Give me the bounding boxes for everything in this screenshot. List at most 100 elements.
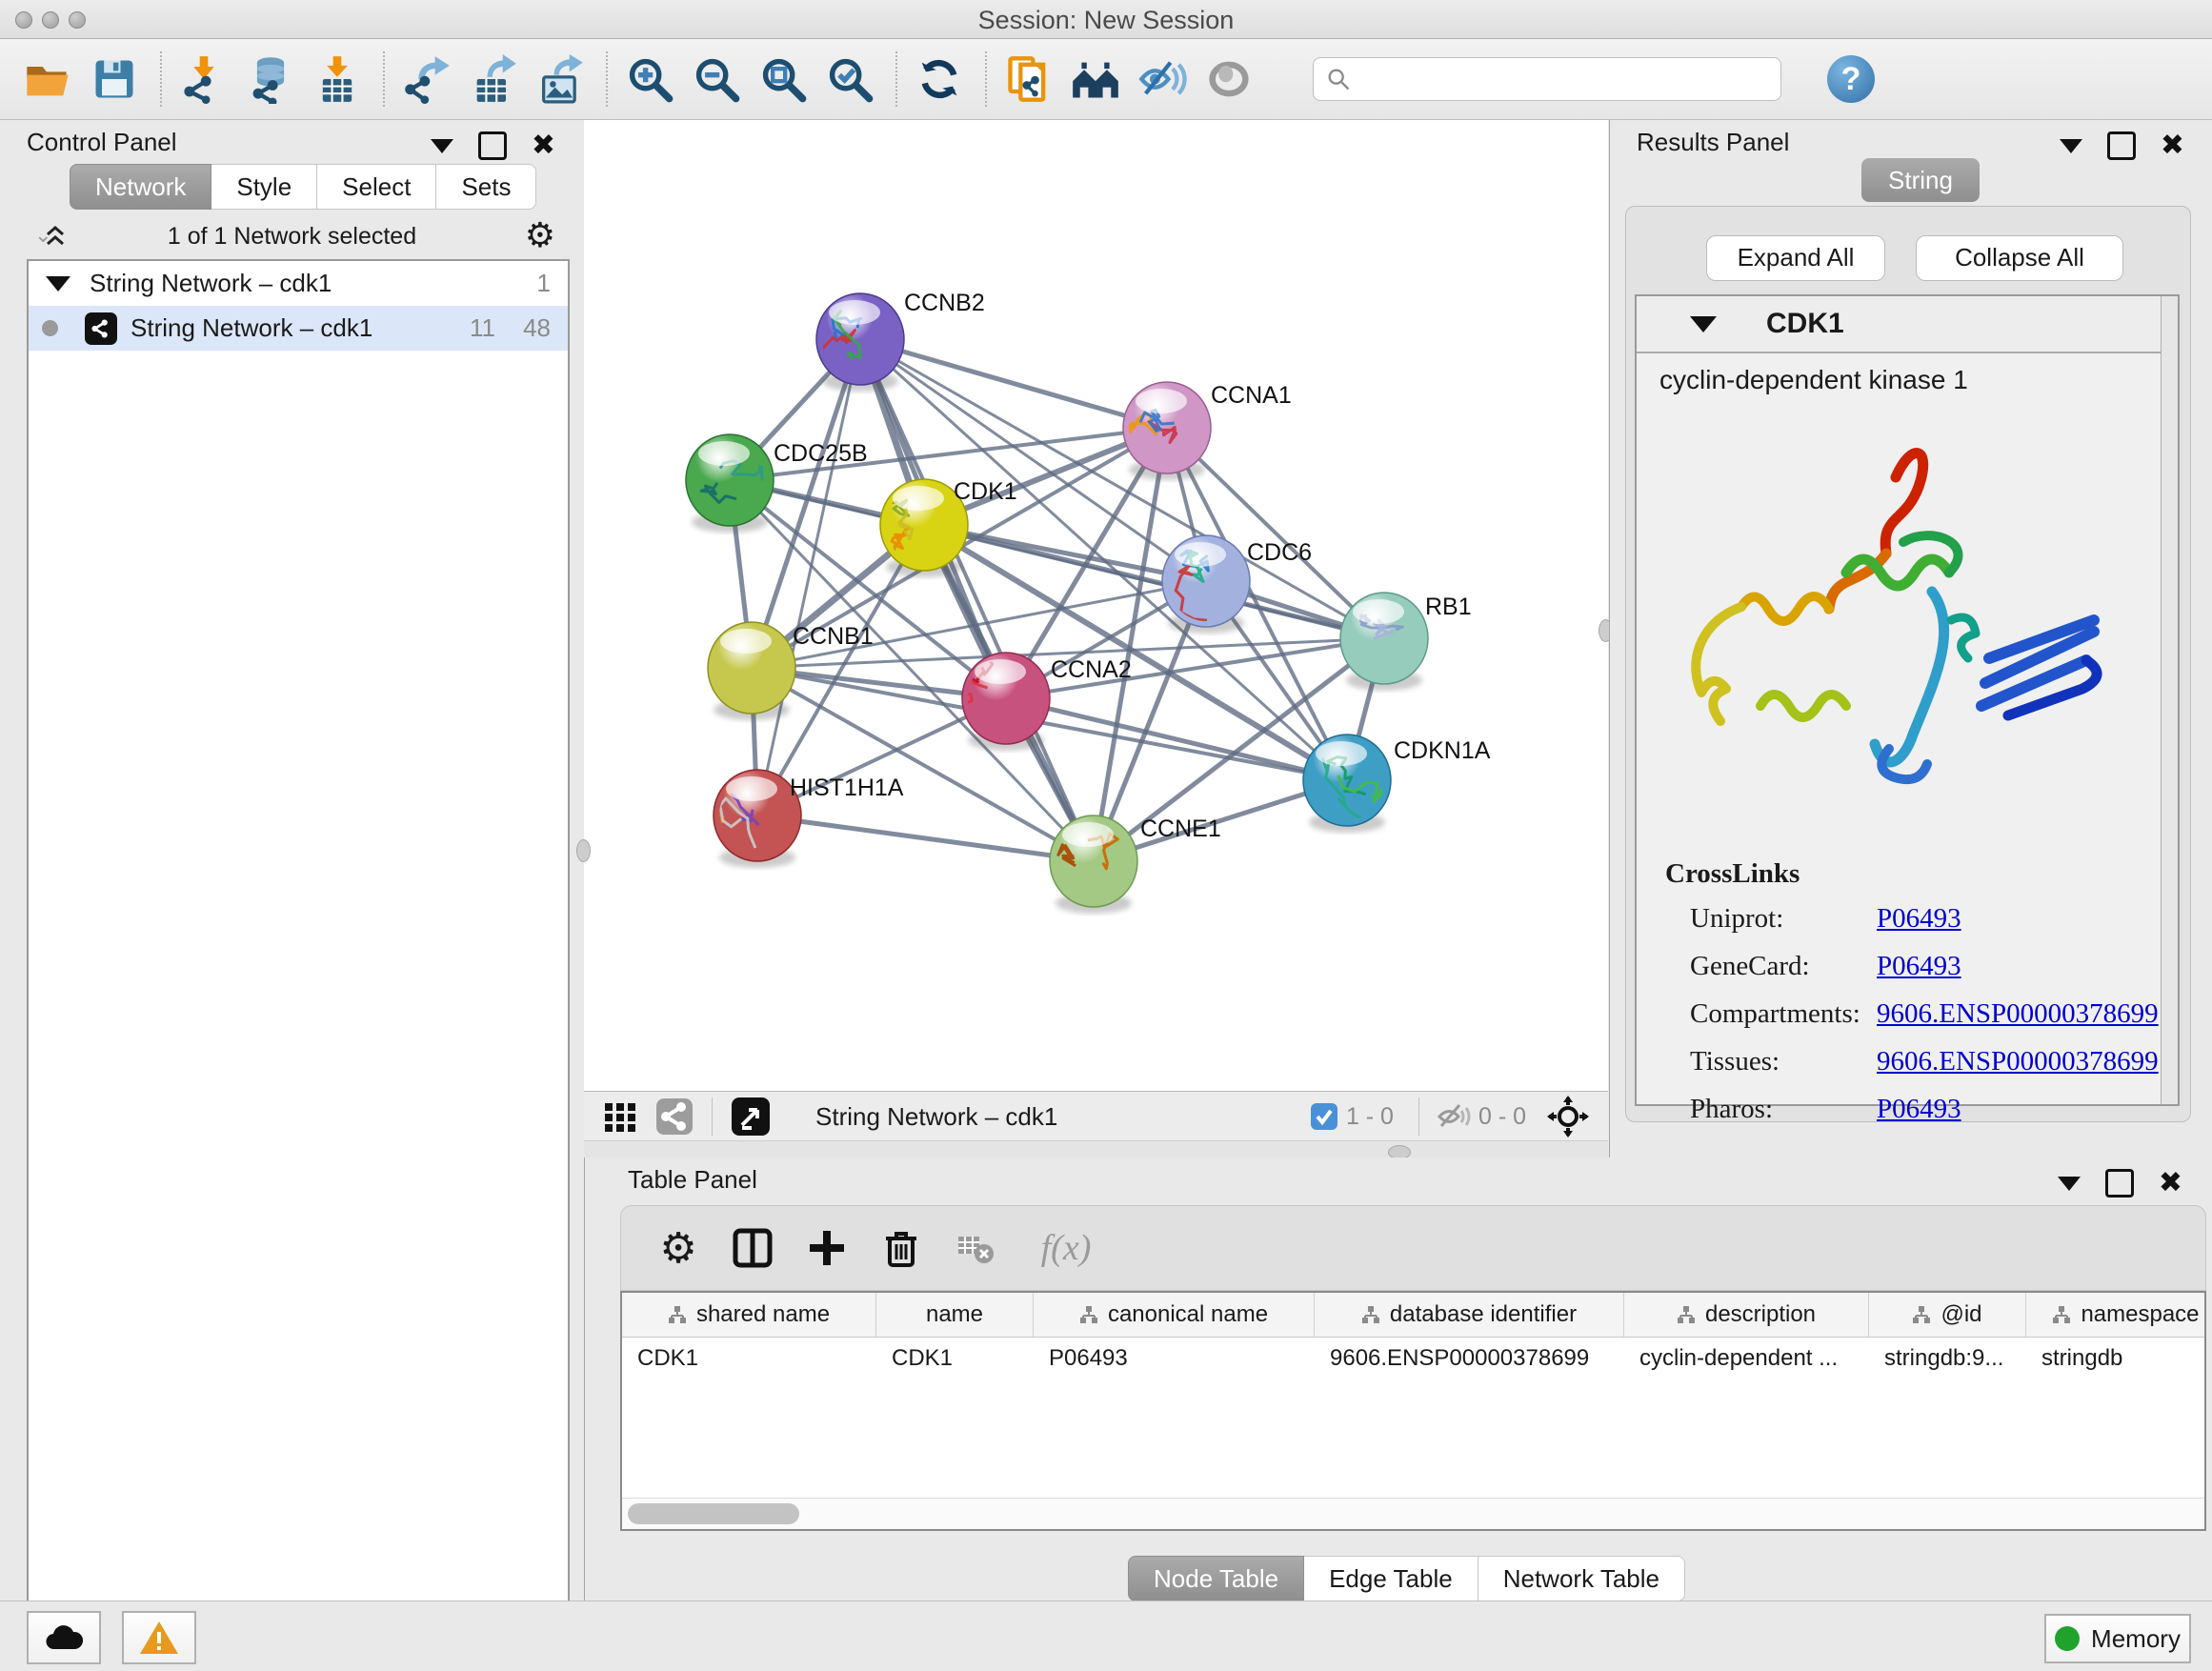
left-splitter-handle[interactable] <box>576 839 591 862</box>
table-cell[interactable]: CDK1 <box>876 1338 1034 1379</box>
tab-node-table[interactable]: Node Table <box>1128 1556 1304 1601</box>
gene-section-header[interactable]: CDK1 <box>1637 296 2178 353</box>
export-network-icon[interactable] <box>400 52 453 106</box>
help-icon[interactable]: ? <box>1827 55 1875 103</box>
tab-sets[interactable]: Sets <box>436 164 536 210</box>
refresh-icon[interactable] <box>913 52 966 106</box>
delete-table-icon[interactable] <box>949 1221 1002 1275</box>
crosslink-label: Pharos: <box>1665 1094 1877 1125</box>
column-header[interactable]: namespace <box>2026 1293 2212 1337</box>
window-title: Session: New Session <box>0 6 2212 35</box>
column-header[interactable]: description <box>1624 1293 1869 1337</box>
network-options-gear-icon[interactable]: ⚙ <box>525 215 555 255</box>
cloud-status-button[interactable] <box>27 1611 101 1664</box>
column-header[interactable]: @id <box>1869 1293 2026 1337</box>
hide-graphics-details-icon[interactable] <box>1136 52 1189 106</box>
network-node-cdkn1a[interactable]: CDKN1A <box>1303 735 1491 833</box>
import-table-from-file-icon[interactable] <box>311 52 364 106</box>
zoom-fit-content-icon[interactable] <box>756 52 810 106</box>
column-header-label: database identifier <box>1390 1301 1577 1328</box>
crosslink-link[interactable]: P06493 <box>1877 903 1961 935</box>
fit-selected-crosshair-icon[interactable] <box>1547 1096 1589 1137</box>
function-builder-button[interactable]: f(x) <box>1023 1221 1109 1275</box>
float-panel-icon[interactable] <box>478 131 507 160</box>
table-cell[interactable]: stringdb <box>2026 1338 2212 1379</box>
gene-collapse-icon[interactable] <box>1690 316 1717 332</box>
warning-status-button[interactable] <box>122 1611 196 1664</box>
collection-expand-icon[interactable] <box>46 276 70 292</box>
table-cell[interactable]: CDK1 <box>622 1338 876 1379</box>
table-panel-menu-icon[interactable] <box>2058 1177 2081 1191</box>
zoom-out-icon[interactable] <box>690 52 743 106</box>
search-input[interactable] <box>1352 65 1756 93</box>
table-options-gear-icon[interactable]: ⚙ <box>652 1221 705 1275</box>
network-edge[interactable] <box>757 339 860 815</box>
export-table-icon[interactable] <box>467 52 520 106</box>
network-edge[interactable] <box>757 815 1094 861</box>
selected-counter: 1 - 0 <box>1346 1103 1394 1131</box>
table-close-panel-icon[interactable]: ✖ <box>2159 1172 2182 1195</box>
expand-all-button[interactable]: Expand All <box>1706 235 1885 281</box>
first-neighbors-icon[interactable] <box>1069 52 1122 106</box>
table-horizontal-scrollbar[interactable] <box>622 1498 2204 1529</box>
table-cell[interactable]: cyclin-dependent ... <box>1624 1338 1869 1379</box>
collapse-all-button[interactable]: Collapse All <box>1916 235 2123 281</box>
results-float-panel-icon[interactable] <box>2107 131 2136 160</box>
node-label: CCNA1 <box>1211 382 1292 409</box>
delete-column-trash-icon[interactable] <box>875 1221 928 1275</box>
search-box[interactable] <box>1313 57 1781 101</box>
crosslink-link[interactable]: P06493 <box>1877 1094 1961 1125</box>
zoom-in-icon[interactable] <box>623 52 676 106</box>
hidden-items-eye-slash-icon[interactable] <box>1437 1102 1471 1131</box>
column-header[interactable]: canonical name <box>1034 1293 1315 1337</box>
table-cell[interactable]: P06493 <box>1034 1338 1315 1379</box>
show-columns-icon[interactable] <box>726 1221 779 1275</box>
selected-items-checkbox-icon[interactable] <box>1310 1102 1338 1131</box>
tab-style[interactable]: Style <box>211 164 317 210</box>
save-session-icon[interactable] <box>88 52 141 106</box>
import-network-from-file-icon[interactable] <box>177 52 231 106</box>
results-close-panel-icon[interactable]: ✖ <box>2161 134 2184 157</box>
column-header[interactable]: database identifier <box>1315 1293 1624 1337</box>
network-graph[interactable]: CCNB2CCNA1CDC25BCDK1CDC6RB1CCNB1CCNA2CDK… <box>584 120 1608 1091</box>
network-node-hist1h1a[interactable]: HIST1H1A <box>710 770 904 868</box>
network-edge[interactable] <box>860 339 1167 428</box>
column-header-label: namespace <box>2081 1301 2199 1328</box>
zoom-selected-region-icon[interactable] <box>823 52 876 106</box>
open-session-icon[interactable] <box>21 52 74 106</box>
table-float-panel-icon[interactable] <box>2105 1169 2134 1198</box>
network-collection-row[interactable]: String Network – cdk1 1 <box>29 261 568 306</box>
tab-network-table[interactable]: Network Table <box>1478 1556 1685 1601</box>
create-column-plus-icon[interactable] <box>800 1221 854 1275</box>
memory-button[interactable]: Memory <box>2044 1614 2191 1663</box>
network-canvas[interactable]: CCNB2CCNA1CDC25BCDK1CDC6RB1CCNB1CCNA2CDK… <box>584 120 1608 1158</box>
close-panel-icon[interactable]: ✖ <box>532 134 555 157</box>
tab-select[interactable]: Select <box>317 164 436 210</box>
column-header[interactable]: shared name <box>622 1293 876 1337</box>
crosslink-link[interactable]: 9606.ENSP00000378699 <box>1877 1046 2159 1077</box>
tab-network[interactable]: Network <box>70 164 211 210</box>
copy-style-icon[interactable] <box>1002 52 1056 106</box>
results-panel-menu-icon[interactable] <box>2060 139 2082 153</box>
birds-eye-view-icon[interactable] <box>730 1096 772 1137</box>
eye-icon[interactable] <box>1202 52 1256 106</box>
column-header[interactable]: name <box>876 1293 1034 1337</box>
table-cell[interactable]: stringdb:9... <box>1869 1338 2026 1379</box>
network-row[interactable]: String Network – cdk1 11 48 <box>29 306 568 351</box>
crosslink-link[interactable]: P06493 <box>1877 951 1961 982</box>
results-scrollbar[interactable] <box>2161 296 2178 1104</box>
tab-edge-table[interactable]: Edge Table <box>1304 1556 1478 1601</box>
scrollbar-thumb[interactable] <box>628 1503 799 1524</box>
table-panel-splitter[interactable] <box>584 1140 1608 1158</box>
network-view-mode-icon[interactable] <box>654 1097 694 1137</box>
panel-menu-icon[interactable] <box>431 139 453 153</box>
export-image-icon[interactable] <box>533 52 587 106</box>
network-node-rb1[interactable]: RB1 <box>1340 593 1472 691</box>
crosslink-link[interactable]: 9606.ENSP00000378699 <box>1877 998 2159 1030</box>
grid-view-icon[interactable] <box>601 1097 639 1136</box>
table-row[interactable]: CDK1CDK1P064939606.ENSP00000378699cyclin… <box>622 1338 2204 1379</box>
node-label: CDC25B <box>774 440 868 467</box>
import-network-from-database-icon[interactable] <box>244 52 297 106</box>
table-cell[interactable]: 9606.ENSP00000378699 <box>1315 1338 1624 1379</box>
tab-string[interactable]: String <box>1861 158 1980 202</box>
